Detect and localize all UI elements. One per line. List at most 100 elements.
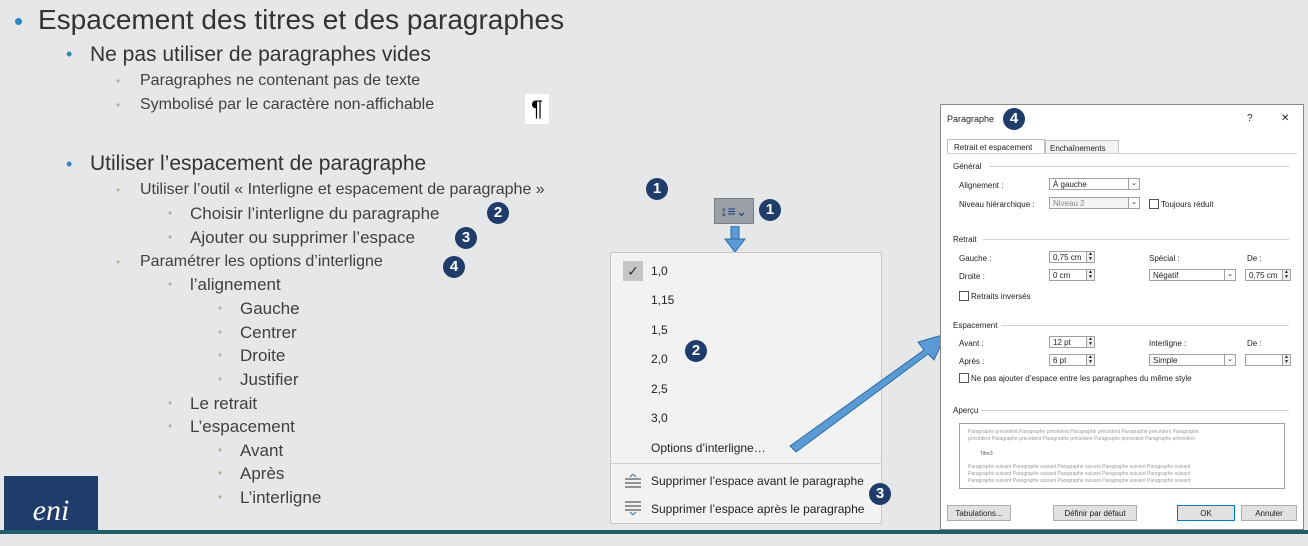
marker-4: 4 bbox=[1003, 108, 1025, 130]
section-general: Général bbox=[953, 162, 982, 171]
after-input[interactable]: 6 pt bbox=[1049, 354, 1087, 366]
close-icon[interactable]: ✕ bbox=[1281, 113, 1289, 124]
bullet-dot: • bbox=[168, 396, 173, 410]
section-indent: Retrait bbox=[953, 235, 977, 244]
bottom-bar bbox=[0, 530, 1308, 534]
menu-item-1-5[interactable]: 1,5 bbox=[651, 323, 668, 337]
bullet-spacing-sub: L’espacement bbox=[190, 417, 295, 436]
marker-1: 1 bbox=[646, 178, 668, 200]
mirror-indents-label: Retraits inversés bbox=[971, 292, 1031, 301]
tabs-button[interactable]: Tabulations... bbox=[947, 505, 1011, 521]
menu-item-options[interactable]: Options d’interligne… bbox=[651, 441, 766, 455]
right-indent-label: Droite : bbox=[959, 272, 985, 281]
spinner-icon[interactable]: ▲ ▼ bbox=[1282, 269, 1291, 281]
preview-text: Paragraphe suivant Paragraphe suivant Pa… bbox=[968, 478, 1191, 484]
bullet-indent: Le retrait bbox=[190, 394, 258, 413]
bullet-add-remove: Ajouter ou supprimer l’espace bbox=[190, 228, 415, 247]
menu-item-1-0[interactable]: 1,0 bbox=[651, 264, 668, 278]
bullet-choose-spacing: Choisir l’interligne du paragraphe bbox=[190, 204, 440, 223]
menu-item-2-5[interactable]: 2,5 bbox=[651, 382, 668, 396]
bullet-dot: • bbox=[218, 443, 223, 457]
menu-item-1-15[interactable]: 1,15 bbox=[651, 293, 674, 307]
spinner-icon[interactable]: ▲ ▼ bbox=[1086, 354, 1095, 366]
line-spacing-select[interactable]: Simple bbox=[1149, 354, 1225, 366]
bullet-align-right: Droite bbox=[240, 346, 286, 365]
section-divider bbox=[981, 410, 1289, 411]
menu-separator bbox=[611, 463, 881, 464]
cancel-button[interactable]: Annuler bbox=[1241, 505, 1297, 521]
bullet-dot: • bbox=[116, 74, 121, 88]
marker-3: 3 bbox=[455, 227, 477, 249]
tab-indent-spacing[interactable]: Retrait et espacement bbox=[947, 139, 1045, 154]
menu-item-remove-after[interactable]: Supprimer l’espace après le paragraphe bbox=[651, 502, 864, 516]
bullet-dot: • bbox=[168, 230, 173, 244]
bullet-nonprint-char: Symbolisé par le caractère non-affichabl… bbox=[140, 96, 435, 113]
outline-level-select[interactable]: Niveau 2 bbox=[1049, 197, 1129, 209]
special-label: Spécial : bbox=[1149, 254, 1180, 263]
line-spacing-label: Interligne : bbox=[1149, 339, 1187, 348]
section-spacing: Espacement bbox=[953, 321, 998, 330]
bullet-dot: • bbox=[168, 419, 173, 433]
at-input[interactable] bbox=[1245, 354, 1283, 366]
remove-space-after-icon bbox=[625, 501, 641, 515]
menu-item-3-0[interactable]: 3,0 bbox=[651, 411, 668, 425]
no-space-checkbox[interactable] bbox=[959, 373, 969, 383]
menu-item-remove-before[interactable]: Supprimer l’espace avant le paragraphe bbox=[651, 474, 864, 488]
spinner-icon[interactable]: ▲ ▼ bbox=[1086, 251, 1095, 263]
chevron-down-icon[interactable]: ⌄ bbox=[1128, 197, 1140, 209]
section-preview: Aperçu bbox=[953, 406, 979, 415]
left-indent-input[interactable]: 0,75 cm bbox=[1049, 251, 1087, 263]
tab-label: Enchaînements bbox=[1050, 144, 1106, 153]
tab-line-page-breaks[interactable]: Enchaînements bbox=[1045, 140, 1119, 154]
bullet-options: Paramétrer les options d’interligne bbox=[140, 253, 383, 270]
chevron-down-icon[interactable]: ⌄ bbox=[1128, 178, 1140, 190]
ok-button[interactable]: OK bbox=[1177, 505, 1235, 521]
marker-2: 2 bbox=[487, 202, 509, 224]
paragraph-dialog: Paragraphe 4 ? ✕ Retrait et espacement E… bbox=[940, 104, 1304, 530]
preview-text: précédent Paragraphe précédent Paragraph… bbox=[968, 436, 1195, 442]
bullet-dot: • bbox=[116, 183, 121, 197]
at-label: De : bbox=[1247, 339, 1262, 348]
collapsed-checkbox[interactable] bbox=[1149, 199, 1159, 209]
help-button[interactable]: ? bbox=[1247, 113, 1253, 124]
after-label: Après : bbox=[959, 357, 985, 366]
bullet-before: Avant bbox=[240, 441, 284, 460]
spinner-icon[interactable]: ▲ ▼ bbox=[1282, 354, 1291, 366]
chevron-down-icon[interactable]: ⌄ bbox=[1224, 269, 1236, 281]
line-spacing-button[interactable]: ↕≡⌄ bbox=[714, 198, 754, 224]
bullet-dot: • bbox=[218, 372, 223, 386]
eni-logo: eni bbox=[4, 476, 98, 534]
set-default-button[interactable]: Définir par défaut bbox=[1053, 505, 1137, 521]
tab-border bbox=[947, 153, 1297, 154]
preview-text: Paragraphe suivant Paragraphe suivant Pa… bbox=[968, 471, 1191, 477]
alignment-select[interactable]: À gauche bbox=[1049, 178, 1129, 190]
before-input[interactable]: 12 pt bbox=[1049, 336, 1087, 348]
bullet-line-spacing: L’interligne bbox=[240, 488, 322, 507]
marker-1: 1 bbox=[759, 199, 781, 221]
bullet-dot: • bbox=[14, 6, 24, 36]
no-space-label: Ne pas ajouter d’espace entre les paragr… bbox=[971, 374, 1192, 383]
by-label: De : bbox=[1247, 254, 1262, 263]
spinner-icon[interactable]: ▲ ▼ bbox=[1086, 269, 1095, 281]
remove-space-before-icon bbox=[625, 474, 641, 488]
chevron-down-icon[interactable]: ⌄ bbox=[1224, 354, 1236, 366]
alignment-label: Alignement : bbox=[959, 181, 1004, 190]
right-indent-input[interactable]: 0 cm bbox=[1049, 269, 1087, 281]
marker-4: 4 bbox=[443, 256, 465, 278]
preview-box: Paragraphe précédent Paragraphe précéden… bbox=[959, 423, 1285, 489]
bullet-dot: • bbox=[66, 154, 73, 174]
bullet-dot: • bbox=[116, 255, 121, 269]
bullet-tool: Utiliser l’outil « Interligne et espacem… bbox=[140, 181, 545, 198]
mirror-indents-checkbox[interactable] bbox=[959, 291, 969, 301]
by-input[interactable]: 0,75 cm bbox=[1245, 269, 1283, 281]
marker-3: 3 bbox=[869, 483, 891, 505]
menu-item-2-0[interactable]: 2,0 bbox=[651, 352, 668, 366]
check-icon: ✓ bbox=[623, 261, 643, 281]
bullet-dot: • bbox=[218, 466, 223, 480]
section-divider bbox=[983, 239, 1289, 240]
bullet-dot: • bbox=[218, 348, 223, 362]
preview-text: Titre3 bbox=[980, 451, 993, 457]
spinner-icon[interactable]: ▲ ▼ bbox=[1086, 336, 1095, 348]
pilcrow-icon: ¶ bbox=[525, 94, 549, 124]
special-select[interactable]: Négatif bbox=[1149, 269, 1225, 281]
